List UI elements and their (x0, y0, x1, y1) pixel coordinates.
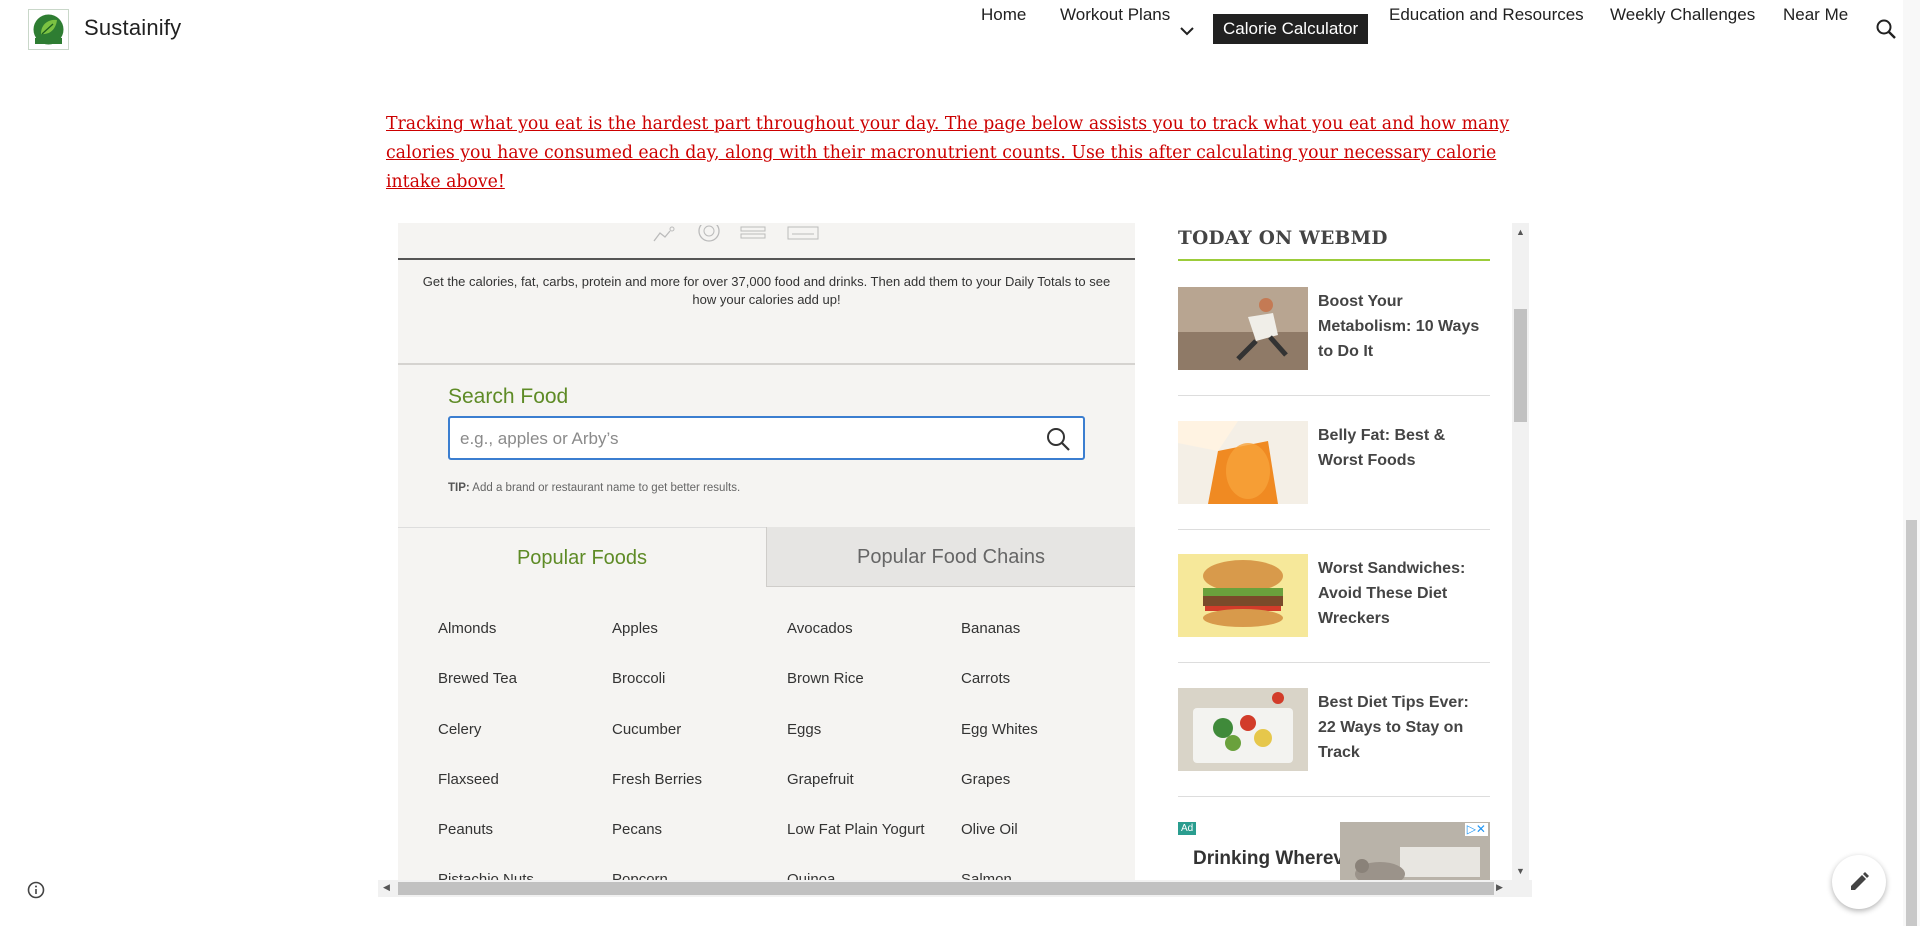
tab-popular-food-chains[interactable]: Popular Food Chains (766, 527, 1135, 587)
search-food-label: Search Food (448, 385, 569, 408)
close-icon[interactable]: ▷✕ (1464, 823, 1488, 836)
food-link[interactable]: Fresh Berries (612, 771, 702, 788)
food-link[interactable]: Brown Rice (787, 670, 864, 687)
article-thumbnail (1178, 287, 1308, 370)
ad-headline[interactable]: Drinking Wherever (1193, 848, 1362, 870)
scroll-up-arrow-icon[interactable]: ▲ (1516, 227, 1525, 237)
food-link[interactable]: Pistachio Nuts (438, 871, 534, 880)
nav-education-resources[interactable]: Education and Resources (1389, 0, 1584, 30)
food-link[interactable]: Broccoli (612, 670, 665, 687)
frame-horizontal-scrollbar[interactable]: ◀ ▶ (378, 880, 1532, 897)
food-link[interactable]: Cucumber (612, 721, 681, 738)
article-divider (1178, 662, 1490, 663)
section-divider (398, 363, 1135, 365)
article-thumbnail (1178, 554, 1308, 637)
site-title[interactable]: Sustainify (84, 15, 181, 41)
article-card[interactable]: Best Diet Tips Ever: 22 Ways to Stay on … (1178, 688, 1490, 822)
food-link[interactable]: Low Fat Plain Yogurt (787, 821, 925, 838)
search-food-input[interactable] (458, 418, 1022, 460)
article-thumbnail (1178, 688, 1308, 771)
tracking-notice[interactable]: Tracking what you eat is the hardest par… (386, 110, 1516, 197)
sidebar-rule (1178, 259, 1490, 261)
article-title[interactable]: Boost Your Metabolism: 10 Ways to Do It (1318, 289, 1490, 364)
webmd-sidebar: TODAY ON WEBMD Boost Your Metabolism: 10… (1178, 223, 1490, 900)
food-link[interactable]: Grapefruit (787, 771, 854, 788)
header-divider (398, 258, 1135, 260)
calculator-intro: Get the calories, fat, carbs, protein an… (422, 274, 1111, 307)
burger-icon[interactable] (738, 225, 768, 245)
edit-button[interactable] (1832, 855, 1886, 909)
nav-near-me[interactable]: Near Me (1783, 0, 1848, 30)
food-link[interactable]: Celery (438, 721, 481, 738)
tip-label: TIP: (448, 482, 470, 494)
embedded-calculator-frame: Get the calories, fat, carbs, protein an… (378, 223, 1532, 900)
food-link[interactable]: Avocados (787, 620, 853, 637)
food-link[interactable]: Grapes (961, 771, 1010, 788)
scroll-left-arrow-icon[interactable]: ◀ (383, 882, 390, 893)
pencil-icon (1851, 872, 1869, 890)
scroll-right-arrow-icon[interactable]: ▶ (1496, 882, 1503, 893)
frame-vertical-scrollbar[interactable]: ▲ ▼ (1512, 223, 1529, 880)
food-link[interactable]: Carrots (961, 670, 1010, 687)
food-link[interactable]: Salmon (961, 871, 1012, 880)
search-food-box (448, 416, 1085, 460)
food-link[interactable]: Peanuts (438, 821, 493, 838)
nav-weekly-challenges[interactable]: Weekly Challenges (1610, 0, 1755, 30)
food-link[interactable]: Bananas (961, 620, 1020, 637)
chevron-down-icon[interactable] (1176, 16, 1198, 46)
article-divider (1178, 395, 1490, 396)
article-card[interactable]: Belly Fat: Best & Worst Foods (1178, 421, 1490, 555)
page-scroll-thumb[interactable] (1906, 520, 1917, 926)
search-tip: TIP: Add a brand or restaurant name to g… (448, 482, 740, 494)
scroll-down-arrow-icon[interactable]: ▼ (1516, 866, 1525, 876)
article-divider (1178, 796, 1490, 797)
food-link[interactable]: Brewed Tea (438, 670, 517, 687)
article-title[interactable]: Worst Sandwiches: Avoid These Diet Wreck… (1318, 556, 1490, 631)
search-icon[interactable] (1045, 426, 1071, 452)
food-link[interactable]: Apples (612, 620, 658, 637)
site-header: Sustainify Home Workout Plans Calorie Ca… (0, 0, 1920, 58)
food-link[interactable]: Olive Oil (961, 821, 1018, 838)
nav-home[interactable]: Home (981, 0, 1026, 30)
food-link[interactable]: Quinoa (787, 871, 835, 880)
tip-text: Add a brand or restaurant name to get be… (472, 482, 741, 494)
running-icon[interactable] (650, 225, 680, 245)
nav-calorie-calculator[interactable]: Calorie Calculator (1213, 14, 1369, 44)
search-icon[interactable] (1874, 17, 1898, 41)
article-card[interactable]: Worst Sandwiches: Avoid These Diet Wreck… (1178, 554, 1490, 688)
food-link[interactable]: Pecans (612, 821, 662, 838)
article-title[interactable]: Belly Fat: Best & Worst Foods (1318, 423, 1490, 473)
site-logo[interactable] (28, 9, 69, 50)
category-icons (398, 223, 1135, 259)
calorie-calculator-panel: Get the calories, fat, carbs, protein an… (398, 223, 1135, 880)
scroll-thumb[interactable] (1514, 309, 1527, 422)
article-title[interactable]: Best Diet Tips Ever: 22 Ways to Stay on … (1318, 690, 1490, 765)
ad-badge: Ad (1178, 822, 1197, 835)
food-link[interactable]: Almonds (438, 620, 496, 637)
food-link[interactable]: Eggs (787, 721, 821, 738)
info-icon[interactable] (26, 880, 46, 900)
food-link[interactable]: Flaxseed (438, 771, 499, 788)
nav-workout-plans[interactable]: Workout Plans (1060, 0, 1170, 30)
food-link[interactable]: Popcorn (612, 871, 668, 880)
tab-popular-foods[interactable]: Popular Foods (398, 527, 766, 587)
scale-icon[interactable] (786, 225, 819, 245)
article-thumbnail (1178, 421, 1308, 504)
article-card[interactable]: Boost Your Metabolism: 10 Ways to Do It (1178, 287, 1490, 421)
plate-icon[interactable] (694, 223, 724, 245)
sidebar-title: TODAY ON WEBMD (1178, 228, 1388, 249)
food-link[interactable]: Egg Whites (961, 721, 1038, 738)
article-divider (1178, 529, 1490, 530)
page-scrollbar[interactable] (1903, 0, 1920, 926)
scroll-thumb[interactable] (398, 882, 1494, 895)
